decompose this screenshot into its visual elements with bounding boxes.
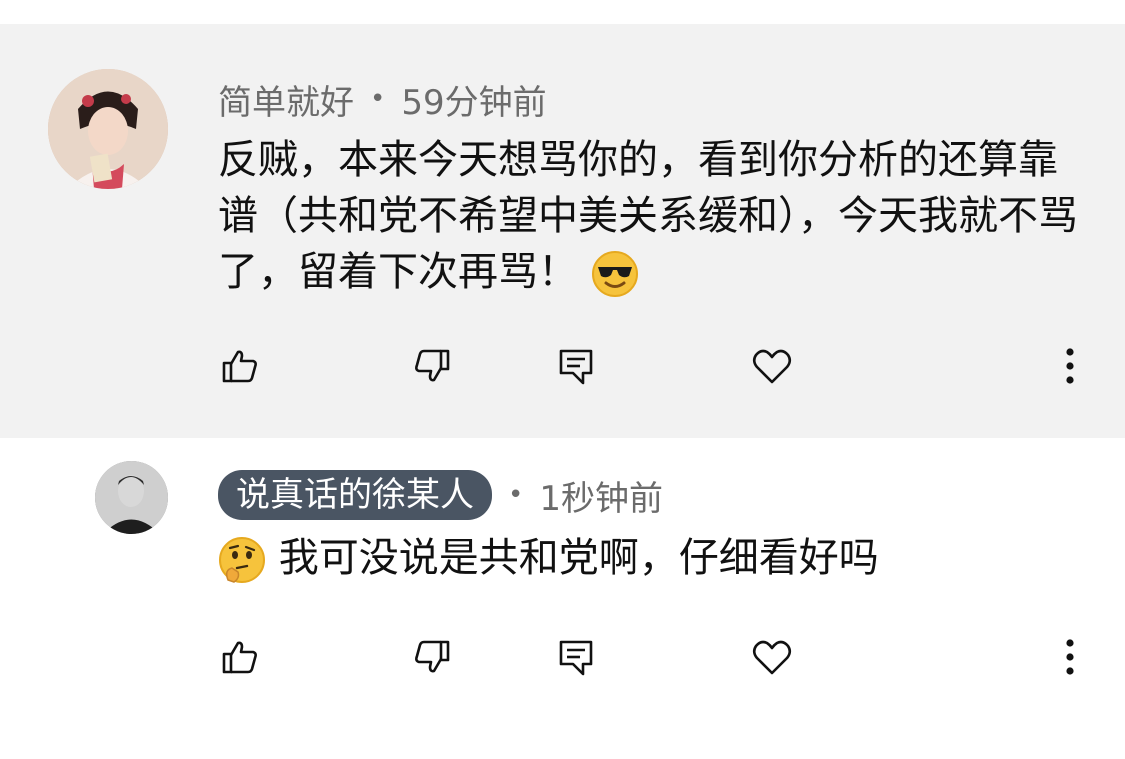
more-vertical-icon: [1066, 639, 1074, 675]
comment-icon: [559, 349, 593, 385]
more-vertical-icon: [1066, 348, 1074, 384]
thumbs-up-icon: [222, 641, 257, 674]
meta-separator: •: [508, 480, 524, 510]
avatar[interactable]: [48, 69, 168, 189]
comment-time: 1秒钟前: [539, 478, 663, 519]
more-button[interactable]: [1046, 342, 1094, 390]
comment-reply: 说真话的徐某人 • 1秒钟前 我可没说是共和党啊，仔细看好吗: [0, 438, 1125, 759]
comment-author[interactable]: 简单就好: [218, 75, 354, 124]
comment-icon: [559, 640, 593, 676]
thumbs-up-icon: [222, 350, 257, 383]
heart-icon: [752, 640, 792, 675]
comment-thread: 简单就好 • 59分钟前 反贼，本来今天想骂你的，看到你分析的还算靠谱（共和党不…: [0, 0, 1125, 759]
like-button[interactable]: [216, 342, 264, 390]
like-button[interactable]: [216, 633, 264, 681]
comment-actions: [0, 342, 1125, 392]
comment-author-badge[interactable]: 说真话的徐某人: [218, 470, 492, 520]
reply-button[interactable]: [552, 342, 600, 390]
comment-body: 我可没说是共和党啊，仔细看好吗: [278, 535, 879, 581]
heart-button[interactable]: [748, 342, 796, 390]
dislike-button[interactable]: [408, 342, 456, 390]
reply-button[interactable]: [552, 633, 600, 681]
comment-meta: 简单就好 • 59分钟前: [218, 75, 547, 124]
heart-icon: [752, 349, 792, 384]
comment-text: 反贼，本来今天想骂你的，看到你分析的还算靠谱（共和党不希望中美关系缓和），今天我…: [218, 132, 1078, 300]
thinking-face-emoji: [218, 536, 266, 584]
more-button[interactable]: [1046, 633, 1094, 681]
avatar[interactable]: [95, 461, 168, 534]
comment-body: 反贼，本来今天想骂你的，看到你分析的还算靠谱（共和党不希望中美关系缓和），今天我…: [218, 137, 1078, 295]
comment-actions: [0, 633, 1125, 683]
thumbs-down-icon: [415, 640, 450, 673]
dislike-button[interactable]: [408, 633, 456, 681]
avatar-image: [95, 461, 168, 534]
comment-highlighted: 简单就好 • 59分钟前 反贼，本来今天想骂你的，看到你分析的还算靠谱（共和党不…: [0, 24, 1125, 438]
heart-button[interactable]: [748, 633, 796, 681]
comment-text: 我可没说是共和党啊，仔细看好吗: [218, 530, 1078, 586]
thumbs-down-icon: [415, 349, 450, 382]
smiling-face-with-sunglasses-emoji: [591, 250, 639, 298]
comment-meta: 说真话的徐某人 • 1秒钟前: [218, 470, 663, 520]
avatar-image: [48, 69, 168, 189]
comment-time: 59分钟前: [401, 82, 547, 123]
meta-separator: •: [370, 84, 386, 114]
